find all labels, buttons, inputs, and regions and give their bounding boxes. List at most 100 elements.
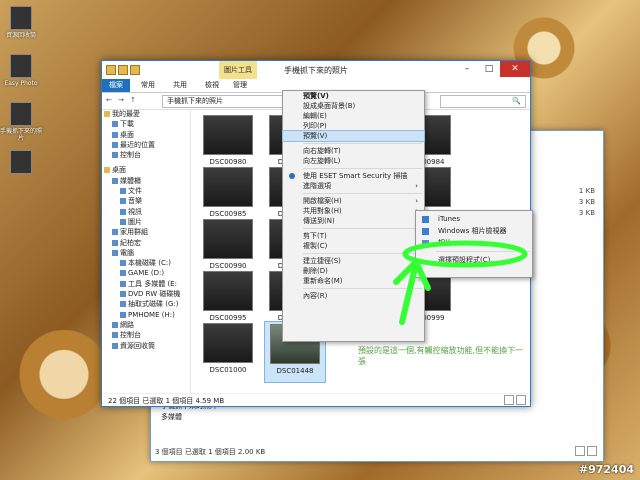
file-thumbnail[interactable]: DSC00980 [198,113,258,173]
menu-separator [303,168,422,169]
nav-item[interactable]: 本機磁碟 (C:) [102,258,190,268]
context-menu-item[interactable]: 向左旋轉(L) [283,156,424,166]
drive-icon [120,260,126,267]
nav-item-label: 媒體櫃 [120,176,141,185]
menu-item-label: 刪除(D) [303,267,328,275]
nav-item[interactable]: 我的最愛 [102,109,190,119]
nav-item[interactable]: 視訊 [102,207,190,217]
minimize-button[interactable]: – [456,61,478,77]
context-menu-item[interactable]: 開啟檔案(H) › [283,196,424,206]
desktop-icon-photos-folder[interactable]: 手機抓下來的照片 [0,102,42,142]
context-menu-item[interactable]: 進階選項 › [283,181,424,191]
nav-item-label: 桌面 [120,130,134,139]
nav-item[interactable]: 網路 [102,320,190,330]
context-menu-item[interactable]: 預覽(V) [282,130,425,142]
nav-item-label: 視訊 [128,207,142,216]
photo-thumbnail-image [203,167,253,207]
nav-item-label: 紀柏宏 [120,238,141,247]
context-menu-item[interactable]: 複製(C) [283,241,424,251]
nav-item[interactable]: DVD RW 磁碟機 [102,289,190,299]
recycle-bin-icon [10,6,32,30]
submenu-item[interactable]: iTunes [416,213,532,225]
menu-item-label: 列印(P) [303,122,327,130]
menu-item-label: 設成桌面背景(B) [303,102,356,110]
nav-item[interactable]: 媒體櫃 [102,176,190,186]
maximize-button[interactable]: □ [478,61,500,77]
desktop-icon-recycle-bin[interactable]: 資源回收筒 [0,6,42,39]
tab-share[interactable]: 共用 [166,79,194,92]
nav-item[interactable]: 文件 [102,186,190,196]
nav-item[interactable]: 桌面 [102,165,190,175]
recent-icon [112,141,118,148]
nav-item[interactable]: PMHOME (H:) [102,310,190,320]
nav-item[interactable]: 下載 [102,119,190,129]
context-menu-item[interactable]: 使用 ESET Smart Security 掃描 [283,171,424,181]
photo-thumbnail-image [203,115,253,155]
folder-icon [10,102,32,126]
submenu-item[interactable]: Windows 相片檢視器 [416,225,532,237]
desktop-icon-app[interactable] [0,150,42,176]
context-menu-item[interactable]: 編輯(E) [283,111,424,121]
star-icon [104,111,110,117]
file-thumbnail[interactable]: DSC01000 [198,321,258,381]
network-icon [112,321,118,328]
nav-item[interactable]: 電腦 [102,248,190,258]
nav-item[interactable]: 圖片 [102,217,190,227]
context-menu-item[interactable]: 內容(R) [283,291,424,301]
thumbnail-view-icon[interactable] [587,446,597,456]
menu-item-label: 建立捷徑(S) [303,257,341,265]
status-text: 22 個項目 已選取 1 個項目 4.59 MB [108,397,225,405]
search-input[interactable]: 🔍 [440,95,526,108]
nav-item[interactable]: 桌面 [102,130,190,140]
nav-item-label: 控制台 [120,331,141,340]
desktop-icon [112,131,118,138]
context-menu-item[interactable]: 向右旋轉(T) [283,146,424,156]
nav-item[interactable]: GAME (D:) [102,268,190,278]
title-bar: 圖片工具 手機抓下來的照片 – □ ✕ [102,61,530,79]
submenu-item[interactable]: 選擇預設程式(C)... [416,254,532,266]
nav-item-label: 我的最愛 [112,110,140,118]
details-view-icon[interactable] [504,395,514,405]
file-thumbnail[interactable]: DSC00990 [198,217,258,277]
context-menu-item[interactable]: 設成桌面背景(B) [283,101,424,111]
tab-manage[interactable]: 管理 [226,79,254,92]
desktop-icon-easy-photo[interactable]: Easy Photo [0,54,42,87]
app-icon [10,150,32,174]
file-thumbnail[interactable]: DSC00995 [198,269,258,329]
nav-item[interactable]: 控制台 [102,330,190,340]
context-menu-item[interactable]: 共用對象(H)› [283,206,424,216]
picture-icon [120,218,126,225]
context-menu-item[interactable]: 預覽(V) [283,91,424,101]
context-menu-item[interactable]: 剪下(T) [283,231,424,241]
photo-thumbnail-image [203,219,253,259]
file-thumbnail[interactable]: DSC00985 [198,165,258,225]
chevron-right-icon: › [415,197,418,205]
nav-item[interactable]: 最近的位置 [102,140,190,150]
nav-item[interactable]: 家用群組 [102,227,190,237]
context-menu-item[interactable]: 建立捷徑(S) [283,256,424,266]
close-button[interactable]: ✕ [500,61,530,77]
nav-item[interactable]: 音樂 [102,196,190,206]
nav-item[interactable]: 紀柏宏 [102,238,190,248]
download-icon [112,121,118,128]
menu-item-label: 編輯(E) [303,112,327,120]
nav-item[interactable]: 抽取式磁碟 (G:) [102,299,190,309]
details-view-icon[interactable] [575,446,585,456]
navigation-buttons[interactable]: ← → ↑ [106,96,138,104]
submenu-item[interactable]: 相片 [416,237,532,249]
context-menu-item[interactable]: 傳送到(N)› [283,216,424,226]
context-menu-item[interactable]: 重新命名(M) [283,276,424,286]
homegroup-icon [112,229,118,236]
context-menu-item[interactable]: 列印(P) [283,121,424,131]
tab-file[interactable]: 檔案 [102,79,130,92]
tab-view[interactable]: 檢視 [198,79,226,92]
tab-home[interactable]: 常用 [134,79,162,92]
nav-item[interactable]: 控制台 [102,150,190,160]
menu-item-label: 向左旋轉(L) [303,157,341,165]
submenu-item-label: 相片 [438,239,452,247]
nav-item[interactable]: 資源回收筒 [102,341,190,351]
thumbnail-view-icon[interactable] [516,395,526,405]
nav-item[interactable]: 工具 多媒體 (E: [102,279,190,289]
sidebar-item-media[interactable]: 多媒體 [151,412,241,423]
context-menu-item[interactable]: 刪除(D) [283,266,424,276]
